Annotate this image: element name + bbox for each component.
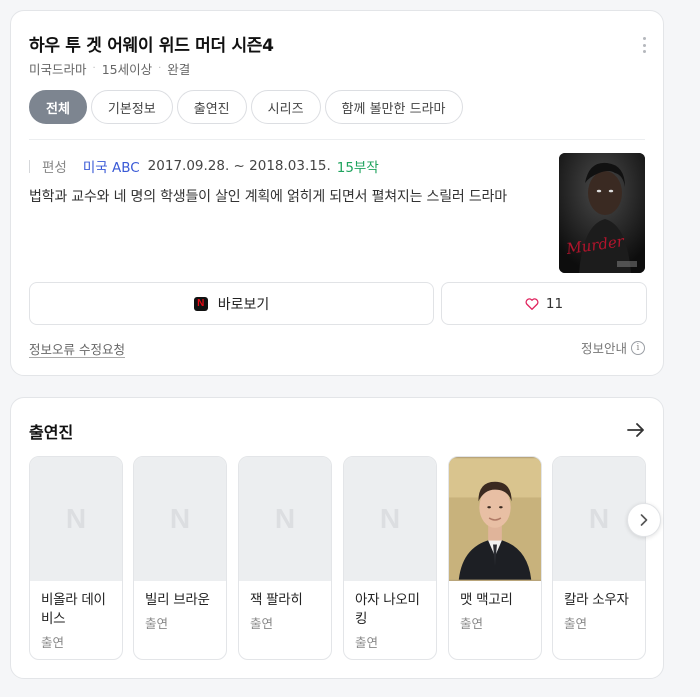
info-icon: i [631,340,645,355]
meta-separator: · [158,63,162,74]
tab-cast[interactable]: 출연진 [176,90,247,124]
cast-item[interactable]: N 칼라 소우자 출연 [552,456,646,660]
tab-all[interactable]: 전체 [29,90,87,124]
cast-name: 아자 나오미 킹 [355,592,420,627]
tab-similar-dramas[interactable]: 함께 볼만한 드라마 [324,90,463,124]
show-meta: 미국드라마 · 15세이상 · 완결 [29,59,190,78]
cast-name: 맷 맥고리 [460,592,513,608]
like-button[interactable]: 11 [441,282,647,325]
cast-list: N 비올라 데이비스 출연 N 빌리 브라운 출연 N 잭 팔라히 출연 N 아… [29,456,647,662]
airing-bar [29,159,30,173]
info-guide-button[interactable]: 정보안내 i [581,338,645,357]
meta-separator: · [92,63,96,74]
synopsis: 법학과 교수와 네 명의 학생들이 살인 계획에 얽히게 되면서 펼쳐지는 스릴… [29,189,507,205]
cast-name: 칼라 소우자 [564,592,629,608]
cast-name: 잭 팔라히 [250,592,303,608]
tab-basic-info[interactable]: 기본정보 [90,90,173,124]
cast-item[interactable]: N 잭 팔라히 출연 [238,456,332,660]
show-info-card: 하우 투 겟 어웨이 위드 머더 시즌4 미국드라마 · 15세이상 · 완결 … [10,10,664,376]
watch-label: 바로보기 [217,296,270,313]
poster-image[interactable]: Murder [559,153,645,273]
airing-dates: 2017.09.28. ~ 2018.03.15. [147,158,331,174]
watch-button[interactable]: N 바로보기 [29,282,434,325]
tab-bar: 전체 기본정보 출연진 시리즈 함께 볼만한 드라마 [29,90,463,124]
meta-rating: 15세이상 [101,62,153,77]
cast-item[interactable]: N 비올라 데이비스 출연 [29,456,123,660]
arrow-right-icon[interactable] [627,422,645,442]
meta-genre: 미국드라마 [29,62,87,77]
heart-icon [525,298,539,310]
cast-photo-placeholder: N [239,457,331,581]
airing-info: 편성 미국 ABC 2017.09.28. ~ 2018.03.15. 15부작 [29,156,379,176]
cast-photo [449,457,541,581]
report-error-link[interactable]: 정보오류 수정요청 [29,339,125,358]
naver-n-icon: N [379,503,401,534]
cast-role: 출연 [41,635,65,650]
divider [29,139,645,140]
cast-item[interactable]: N 빌리 브라운 출연 [133,456,227,660]
airing-network-link[interactable]: 미국 ABC [83,156,140,176]
cast-card: 출연진 N 비올라 데이비스 출연 N 빌리 브라운 출연 N 잭 팔라히 출연… [10,397,664,679]
netflix-icon: N [193,296,208,311]
naver-n-icon: N [169,503,191,534]
episode-count: 15부작 [336,160,379,176]
tab-series[interactable]: 시리즈 [250,90,321,124]
cast-role: 출연 [250,616,274,631]
cast-name: 비올라 데이비스 [41,592,106,627]
naver-n-icon: N [65,503,87,534]
airing-label: 편성 [42,160,67,176]
cast-item[interactable]: N 아자 나오미 킹 출연 [343,456,437,660]
naver-n-icon: N [274,503,296,534]
cast-section-title[interactable]: 출연진 [29,419,73,443]
more-options-icon[interactable] [639,37,649,53]
cast-role: 출연 [564,616,588,631]
cast-item[interactable]: 맷 맥고리 출연 [448,456,542,660]
cast-role: 출연 [460,616,484,631]
cast-photo-placeholder: N [134,457,226,581]
info-guide-label: 정보안내 [580,341,627,356]
cast-role: 출연 [145,616,169,631]
cast-name: 빌리 브라운 [145,592,210,608]
cast-role: 출연 [355,635,379,650]
show-title[interactable]: 하우 투 겟 어웨이 위드 머더 시즌4 [29,31,274,56]
naver-n-icon: N [588,503,610,534]
meta-status: 완결 [167,62,191,77]
like-count: 11 [545,295,564,312]
cast-photo-placeholder: N [30,457,122,581]
chevron-right-icon [640,514,648,526]
carousel-next-button[interactable] [627,503,661,537]
cast-photo-placeholder: N [344,457,436,581]
